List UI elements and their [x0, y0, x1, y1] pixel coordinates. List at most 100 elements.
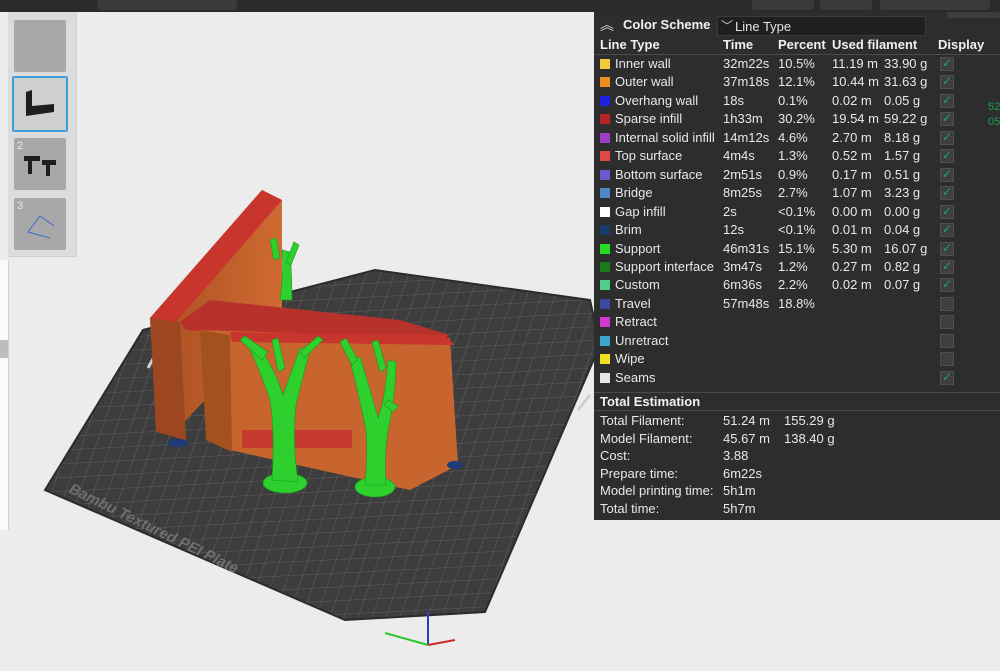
legend-row: Support interface 3m47s 1.2% 0.27 m 0.82 g — [594, 259, 1000, 277]
display-checkbox[interactable] — [940, 56, 954, 71]
color-swatch — [600, 225, 610, 236]
legend-row: Travel 57m48s 18.8% — [594, 296, 1000, 314]
legend-row: Sparse infill 1h33m 30.2% 19.54 m 59.22 g — [594, 111, 1000, 129]
line-type-time: 14m12s — [723, 129, 770, 145]
line-type-grams: 0.04 g — [884, 222, 921, 238]
thumb-wire[interactable]: 3 — [14, 198, 66, 250]
display-checkbox[interactable] — [940, 204, 954, 219]
color-swatch — [600, 243, 610, 254]
model-icon — [26, 90, 54, 116]
line-type-percent: 15.1% — [778, 240, 815, 256]
legend-row: Inner wall 32m22s 10.5% 11.19 m 33.90 g — [594, 56, 1000, 74]
display-checkbox[interactable] — [940, 333, 954, 348]
line-type-meters: 1.07 m — [832, 185, 872, 201]
estimation-row: Total Filament: 51.24 m 155.29 g — [600, 413, 980, 431]
display-checkbox[interactable] — [940, 222, 954, 238]
estimation-value-2: 155.29 g — [784, 413, 835, 428]
line-type-time: 12s — [723, 222, 744, 238]
color-swatch — [600, 151, 610, 162]
line-type-meters: 2.70 m — [832, 129, 872, 145]
display-checkbox[interactable] — [940, 259, 954, 274]
legend-row: Overhang wall 18s 0.1% 0.02 m 0.05 g — [594, 93, 1000, 111]
display-checkbox[interactable] — [940, 74, 954, 90]
estimation-label: Model Filament: — [600, 430, 693, 446]
estimation-label: Prepare time: — [600, 465, 679, 481]
line-type-name: Support — [615, 240, 661, 256]
thumb-top[interactable] — [14, 20, 66, 72]
color-swatch — [600, 169, 610, 180]
col-line-type: Line Type — [600, 37, 660, 52]
estimation-row: Cost: 3.88 — [600, 448, 980, 466]
legend-row: Retract — [594, 314, 1000, 332]
display-checkbox[interactable] — [940, 111, 954, 127]
legend-row: Outer wall 37m18s 12.1% 10.44 m 31.63 g — [594, 74, 1000, 92]
color-swatch — [600, 280, 610, 291]
color-swatch — [600, 114, 610, 125]
line-type-name: Custom — [615, 277, 660, 293]
line-type-time: 46m31s — [723, 240, 770, 256]
left-panel-handle[interactable] — [0, 340, 8, 358]
display-checkbox[interactable] — [940, 296, 954, 311]
line-type-grams: 0.00 g — [884, 203, 921, 219]
line-type-meters: 10.44 m — [832, 74, 879, 90]
line-type-time: 3m47s — [723, 258, 763, 274]
thumb-model[interactable] — [12, 76, 68, 132]
display-checkbox[interactable] — [940, 167, 954, 182]
line-type-name: Wipe — [615, 351, 645, 367]
color-swatch — [600, 59, 610, 69]
line-type-name: Inner wall — [615, 56, 671, 71]
plate-thumbnails: 2 3 — [8, 12, 77, 257]
line-type-time: 6m36s — [723, 277, 763, 293]
double-chevron-up-icon[interactable]: ︽ — [600, 15, 614, 35]
color-scheme-select[interactable]: ﹀ Line Type — [717, 16, 926, 36]
col-used-filament: Used filament — [832, 37, 918, 52]
line-type-grams: 16.07 g — [884, 240, 928, 256]
estimation-label: Total time: — [600, 501, 660, 516]
line-type-percent: 0.9% — [778, 166, 808, 182]
display-checkbox[interactable] — [940, 352, 954, 367]
color-scheme-header: ︽ Color Scheme ﹀ Line Type — [594, 12, 1000, 38]
display-checkbox[interactable] — [940, 370, 954, 385]
line-type-name: Travel — [615, 295, 651, 311]
color-swatch — [600, 261, 610, 272]
legend-row: Internal solid infill 14m12s 4.6% 2.70 m 8.1… — [594, 130, 1000, 148]
estimation-value-2: 138.40 g — [784, 430, 835, 446]
estimation-label: Cost: — [600, 448, 631, 464]
line-type-time: 18s — [723, 92, 744, 108]
line-type-percent: 12.1% — [778, 74, 815, 90]
display-checkbox[interactable] — [940, 241, 954, 256]
line-type-grams: 1.57 g — [884, 148, 921, 164]
color-swatch — [600, 77, 610, 88]
legend-row: Bottom surface 2m51s 0.9% 0.17 m 0.51 g — [594, 167, 1000, 185]
display-checkbox[interactable] — [940, 185, 954, 201]
legend-row: Brim 12s <0.1% 0.01 m 0.04 g — [594, 222, 1000, 240]
display-checkbox[interactable] — [940, 130, 954, 145]
display-checkbox[interactable] — [940, 277, 954, 293]
line-type-percent: 0.1% — [778, 92, 808, 108]
line-type-grams: 31.63 g — [884, 74, 928, 90]
line-type-grams: 59.22 g — [884, 111, 928, 127]
line-type-percent: 1.3% — [778, 148, 808, 164]
estimation-label: Model printing time: — [600, 483, 714, 499]
line-type-name: Brim — [615, 222, 642, 238]
total-estimation-title: Total Estimation — [600, 394, 701, 409]
estimation-value: 5h1m — [723, 483, 756, 499]
line-type-meters: 5.30 m — [832, 240, 872, 256]
divider — [594, 392, 1000, 393]
display-checkbox[interactable] — [940, 148, 954, 164]
plate-marker — [576, 394, 592, 411]
line-type-time: 37m18s — [723, 74, 770, 90]
line-type-grams: 0.82 g — [884, 258, 921, 274]
col-time: Time — [723, 37, 754, 52]
display-checkbox[interactable] — [940, 315, 954, 330]
thumb-supports[interactable]: 2 — [14, 138, 66, 190]
color-swatch — [600, 298, 610, 309]
line-type-name: Gap infill — [615, 203, 666, 219]
color-swatch — [600, 372, 610, 383]
line-type-time: 4m4s — [723, 148, 755, 164]
color-swatch — [600, 335, 610, 346]
line-type-percent: 1.2% — [778, 258, 808, 274]
line-type-grams: 0.07 g — [884, 277, 921, 293]
display-checkbox[interactable] — [940, 93, 954, 108]
line-type-name: Bridge — [615, 185, 653, 201]
